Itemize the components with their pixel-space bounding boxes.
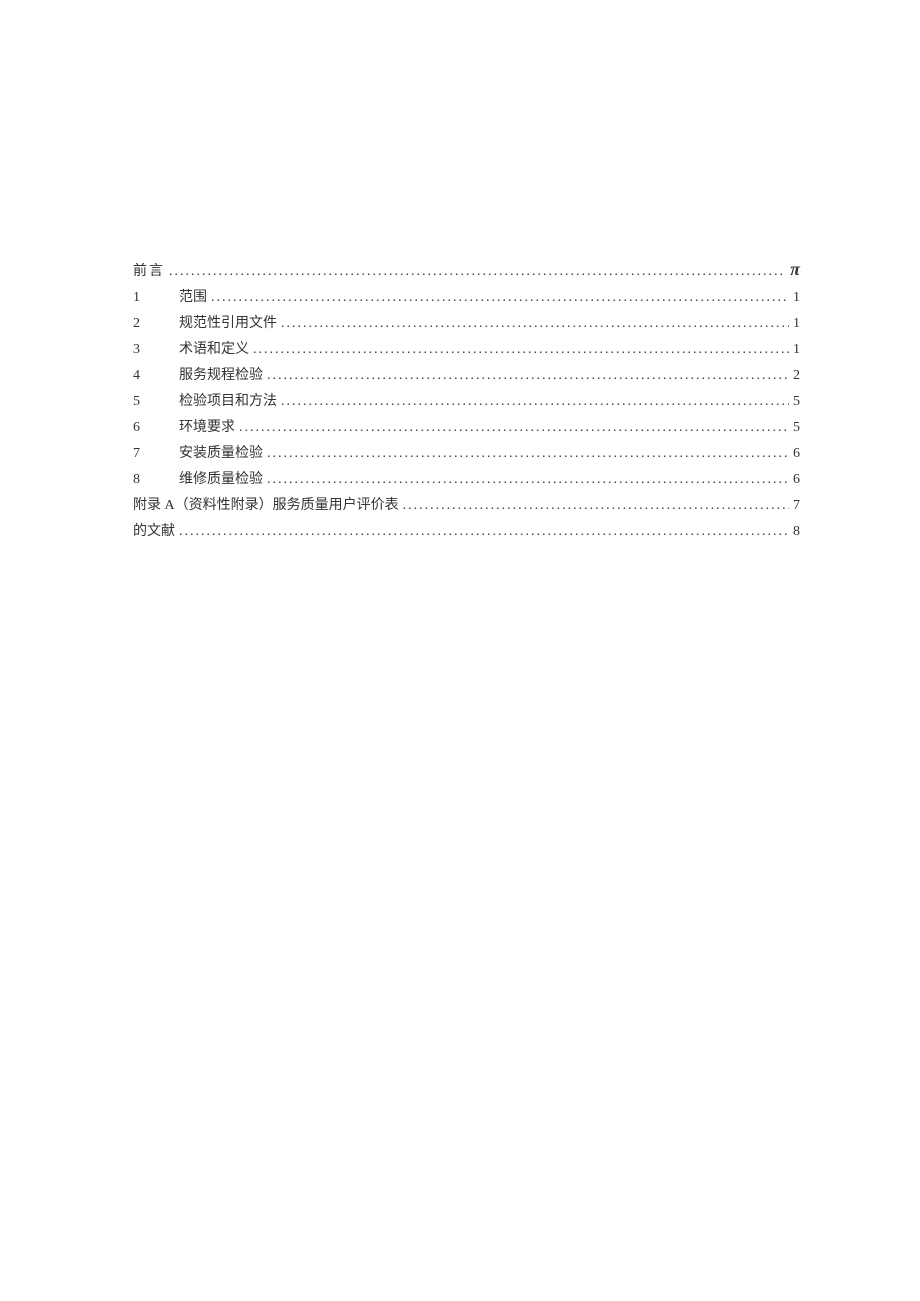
toc-page-number: 5: [793, 389, 800, 415]
toc-page-number: 8: [793, 519, 800, 545]
toc-page-number: 6: [793, 467, 800, 493]
toc-page: 前言 π 1 范围 1 2 规范性引用文件 1 3 术语和定义 1 4 服务规程…: [0, 0, 920, 1301]
toc-leader: [277, 311, 793, 337]
toc-number: 1: [133, 285, 179, 311]
toc-entry-preface: 前言 π: [133, 256, 800, 285]
toc-leader: [165, 259, 790, 285]
toc-title: 前言: [133, 259, 165, 285]
toc-page-number: 1: [793, 337, 800, 363]
toc-leader: [207, 285, 793, 311]
toc-number: 4: [133, 363, 179, 389]
toc-title: 检验项目和方法: [179, 389, 277, 415]
toc-leader: [263, 441, 793, 467]
toc-leader: [277, 389, 793, 415]
toc-page-number: 7: [793, 493, 800, 519]
toc-page-number: 6: [793, 441, 800, 467]
toc-entry: 1 范围 1: [133, 285, 800, 311]
toc-title: 服务规程检验: [179, 363, 263, 389]
toc-page-number: 5: [793, 415, 800, 441]
toc-entry: 6 环境要求 5: [133, 415, 800, 441]
toc-number: 8: [133, 467, 179, 493]
toc-entry: 2 规范性引用文件 1: [133, 311, 800, 337]
toc-entry: 5 检验项目和方法 5: [133, 389, 800, 415]
toc-page-number: 2: [793, 363, 800, 389]
toc-page-number: 1: [793, 285, 800, 311]
toc-title: 附录 A（资料性附录）服务质量用户评价表: [133, 493, 399, 519]
toc-page-number: π: [790, 256, 800, 282]
toc-entry: 8 维修质量检验 6: [133, 467, 800, 493]
toc-leader: [235, 415, 793, 441]
toc-entry: 4 服务规程检验 2: [133, 363, 800, 389]
toc-title: 范围: [179, 285, 207, 311]
toc-leader: [399, 493, 793, 519]
toc-number: 6: [133, 415, 179, 441]
toc-title: 规范性引用文件: [179, 311, 277, 337]
toc-title: 的文献: [133, 519, 175, 545]
toc-number: 5: [133, 389, 179, 415]
toc-number: 3: [133, 337, 179, 363]
toc-title: 环境要求: [179, 415, 235, 441]
toc-entry: 7 安装质量检验 6: [133, 441, 800, 467]
toc-title: 术语和定义: [179, 337, 249, 363]
toc-page-number: 1: [793, 311, 800, 337]
toc-entry-appendix: 附录 A（资料性附录）服务质量用户评价表 7: [133, 493, 800, 519]
toc-leader: [263, 363, 793, 389]
toc-entry: 3 术语和定义 1: [133, 337, 800, 363]
toc-number: 2: [133, 311, 179, 337]
toc-title: 安装质量检验: [179, 441, 263, 467]
toc-entry-references: 的文献 8: [133, 519, 800, 545]
toc-title: 维修质量检验: [179, 467, 263, 493]
toc-number: 7: [133, 441, 179, 467]
toc-leader: [175, 519, 793, 545]
toc-leader: [249, 337, 793, 363]
toc-leader: [263, 467, 793, 493]
